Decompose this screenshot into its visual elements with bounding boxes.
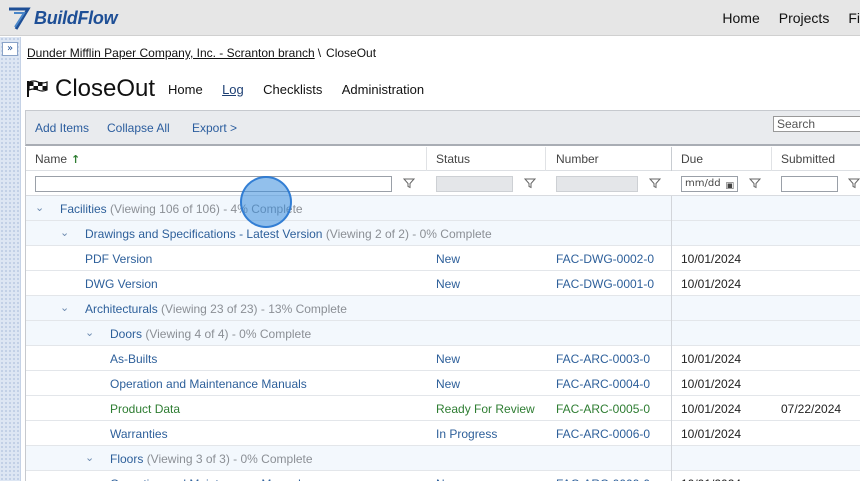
item-name-link[interactable]: Product Data — [110, 402, 180, 416]
name-filter-input[interactable] — [35, 176, 392, 192]
submitted-filter-input[interactable] — [781, 176, 838, 192]
table-row[interactable]: Product Data Ready For Review FAC-ARC-0005… — [26, 396, 860, 421]
col-header-submitted[interactable]: Submitted — [781, 152, 835, 166]
collapse-chevron-icon[interactable]: ⌄ — [60, 226, 69, 239]
status-cell: New — [436, 277, 461, 291]
search-input[interactable]: Search — [773, 116, 860, 132]
grid-header: Name ↑ Status Number Due Submitted — [26, 147, 860, 171]
tab-checklists[interactable]: Checklists — [263, 82, 322, 97]
number-cell: FAC-ARC-0006-0 — [556, 427, 651, 441]
collapse-all-button[interactable]: Collapse All — [107, 121, 170, 135]
buildflow-logo-icon — [9, 7, 31, 30]
due-date-cell: 10/01/2024 — [681, 252, 742, 266]
add-items-button[interactable]: Add Items — [35, 121, 89, 135]
item-name-link[interactable]: As-Builts — [110, 352, 157, 366]
export-button[interactable]: Export > — [192, 121, 237, 135]
title-row: CloseOut Home Log Checklists Administrat… — [26, 74, 440, 104]
top-bar: BuildFlow Home Projects Fi — [0, 0, 860, 36]
expand-sidebar-icon[interactable]: » — [2, 42, 18, 56]
due-date-cell: 10/01/2024 — [681, 377, 742, 391]
status-cell: New — [436, 352, 461, 366]
top-nav: Home Projects Fi — [703, 0, 860, 36]
status-filter-input — [436, 176, 513, 192]
col-header-due[interactable]: Due — [681, 152, 703, 166]
nav-projects[interactable]: Projects — [779, 10, 830, 26]
calendar-icon[interactable]: ▣ — [725, 179, 734, 193]
filter-icon[interactable] — [649, 177, 661, 189]
group-row[interactable]: ⌄ Doors (Viewing 4 of 4) - 0% Complete — [26, 321, 860, 346]
group-label[interactable]: Doors (Viewing 4 of 4) - 0% Complete — [110, 327, 311, 341]
table-row[interactable]: PDF Version New FAC-DWG-0002-0 10/01/2024 — [26, 246, 860, 271]
due-date-cell: 10/01/2024 — [681, 402, 742, 416]
table-row[interactable]: Warranties In Progress FAC-ARC-0006-0 10/01… — [26, 421, 860, 446]
nav-more[interactable]: Fi — [848, 10, 860, 26]
number-cell: FAC-ARC-0009-0 — [556, 477, 650, 481]
number-cell: FAC-DWG-0002-0 — [556, 252, 655, 266]
status-cell: New — [436, 377, 461, 391]
item-name-link[interactable]: PDF Version — [85, 252, 152, 266]
item-name-link[interactable]: DWG Version — [85, 277, 158, 291]
number-filter-input — [556, 176, 638, 192]
due-date-cell: 10/01/2024 — [681, 277, 742, 291]
filter-icon[interactable] — [848, 177, 860, 189]
col-header-number[interactable]: Number — [556, 152, 599, 166]
collapse-chevron-icon[interactable]: ⌄ — [85, 451, 94, 464]
filter-icon[interactable] — [524, 177, 536, 189]
collapse-chevron-icon[interactable]: ⌄ — [35, 201, 44, 214]
collapse-chevron-icon[interactable]: ⌄ — [60, 301, 69, 314]
table-row[interactable]: DWG Version New FAC-DWG-0001-0 10/01/2024 — [26, 271, 860, 296]
due-date-cell: 10/01/2024 — [681, 352, 742, 366]
tab-log[interactable]: Log — [222, 82, 244, 97]
col-header-name[interactable]: Name ↑ — [35, 152, 80, 166]
tab-administration[interactable]: Administration — [342, 82, 424, 97]
table-row[interactable]: Operation and Maintenance Manuals New FAC-… — [26, 371, 860, 396]
number-cell: FAC-ARC-0003-0 — [556, 352, 651, 366]
group-row[interactable]: ⌄ Facilities (Viewing 106 of 106) - 4% Co… — [26, 196, 860, 221]
item-name-link[interactable]: Operation and Maintenance Manuals — [110, 377, 307, 391]
group-row[interactable]: ⌄ Floors (Viewing 3 of 3) - 0% Complete — [26, 446, 860, 471]
group-label[interactable]: Architecturals (Viewing 23 of 23) - 13% … — [85, 302, 347, 316]
filter-icon[interactable] — [749, 177, 761, 189]
breadcrumb: Dunder Mifflin Paper Company, Inc. - Scr… — [27, 46, 376, 60]
nav-home[interactable]: Home — [722, 10, 759, 26]
filter-row: mm/dd ▣ — [26, 171, 860, 196]
table-row[interactable]: As-Builts New FAC-ARC-0003-0 10/01/2024 — [26, 346, 860, 371]
breadcrumb-separator: \ — [317, 46, 322, 60]
number-cell: FAC-ARC-0005-0 — [556, 402, 651, 416]
table-row[interactable]: Operation and Maintenance Manuals New FAC-… — [26, 471, 860, 481]
left-rail: » — [0, 37, 21, 481]
toolbar: Add Items Collapse All Export > Search — [25, 110, 860, 146]
group-label[interactable]: Floors (Viewing 3 of 3) - 0% Complete — [110, 452, 313, 466]
group-row[interactable]: ⌄ Drawings and Specifications - Latest Ve… — [26, 221, 860, 246]
submitted-date-cell: 07/22/2024 — [781, 402, 842, 416]
app-name: BuildFlow — [34, 7, 118, 28]
status-cell: In Progress — [436, 427, 498, 441]
status-cell: New — [436, 252, 461, 266]
app-logo[interactable]: BuildFlow — [6, 4, 118, 32]
due-date-cell: 10/01/2024 — [681, 477, 741, 481]
group-label[interactable]: Drawings and Specifications - Latest Ver… — [85, 227, 492, 241]
checkered-flag-icon — [27, 80, 48, 97]
collapse-chevron-icon[interactable]: ⌄ — [85, 326, 94, 339]
status-cell: New — [436, 477, 460, 481]
number-cell: FAC-DWG-0001-0 — [556, 277, 655, 291]
number-cell: FAC-ARC-0004-0 — [556, 377, 651, 391]
item-name-link[interactable]: Warranties — [110, 427, 168, 441]
due-date-cell: 10/01/2024 — [681, 427, 742, 441]
breadcrumb-company-link[interactable]: Dunder Mifflin Paper Company, Inc. - Scr… — [27, 46, 315, 60]
tab-home[interactable]: Home — [168, 82, 203, 97]
group-row[interactable]: ⌄ Architecturals (Viewing 23 of 23) - 13%… — [26, 296, 860, 321]
section-tabs: Home Log Checklists Administration — [168, 82, 440, 97]
closeout-grid: Name ↑ Status Number Due Submitted mm/dd ▣… — [25, 147, 860, 481]
click-indicator — [240, 176, 292, 228]
item-name-link[interactable]: Operation and Maintenance Manuals — [110, 477, 307, 481]
page-title: CloseOut — [55, 75, 156, 102]
col-header-status[interactable]: Status — [436, 152, 470, 166]
sort-ascending-icon: ↑ — [71, 153, 81, 166]
status-cell: Ready For Review — [436, 402, 535, 416]
breadcrumb-current: CloseOut — [326, 46, 377, 60]
due-date-filter-input[interactable]: mm/dd ▣ — [681, 176, 738, 192]
filter-icon[interactable] — [403, 177, 415, 189]
